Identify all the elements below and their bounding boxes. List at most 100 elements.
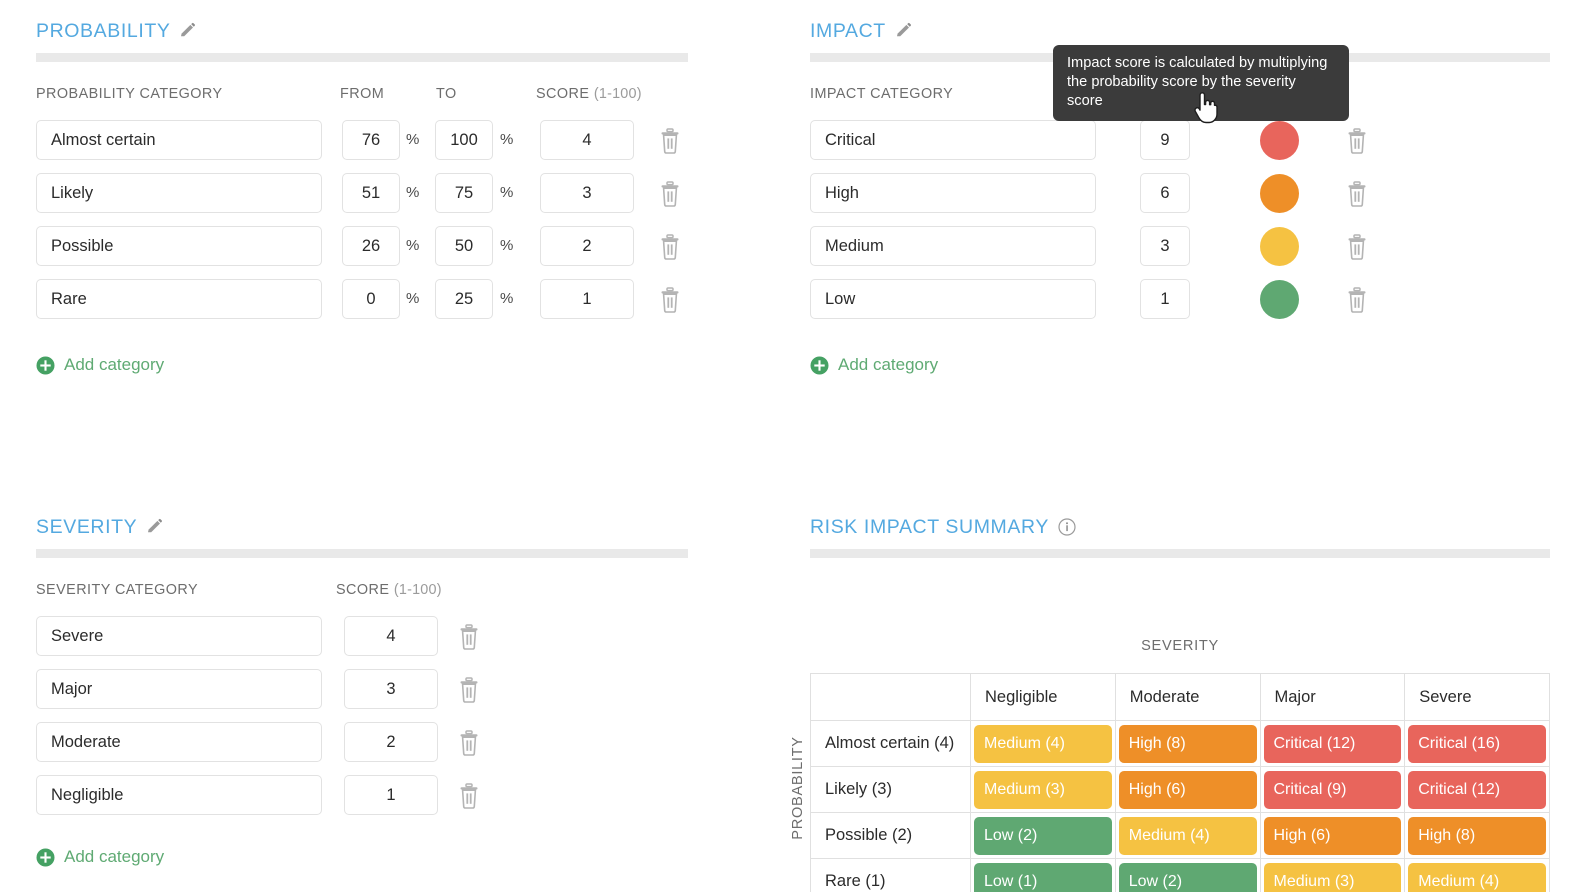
plus-circle-icon bbox=[36, 356, 55, 375]
probability-category-input[interactable]: Rare bbox=[36, 279, 322, 319]
col-severity-score: SCORE (1-100) bbox=[336, 582, 442, 598]
probability-from-input[interactable]: 0 bbox=[342, 279, 400, 319]
col-severity-category: SEVERITY CATEGORY bbox=[36, 582, 198, 598]
impact-above-score-input[interactable]: 6 bbox=[1140, 173, 1190, 213]
matrix-cell: Critical (9) bbox=[1260, 767, 1405, 813]
matrix-row: Possible (2)Low (2)Medium (4)High (6)Hig… bbox=[811, 813, 1550, 859]
percent-sign-from: % bbox=[406, 290, 419, 307]
matrix-corner-cell bbox=[811, 674, 971, 721]
probability-category-input[interactable]: Likely bbox=[36, 173, 322, 213]
impact-above-score-input[interactable]: 1 bbox=[1140, 279, 1190, 319]
delete-row-button[interactable] bbox=[658, 128, 682, 154]
matrix-row: Almost certain (4)Medium (4)High (8)Crit… bbox=[811, 721, 1550, 767]
matrix-cell-chip: High (6) bbox=[1264, 817, 1402, 855]
pencil-icon[interactable] bbox=[895, 22, 913, 40]
severity-score-input[interactable]: 3 bbox=[344, 669, 438, 709]
matrix-wrapper: SEVERITY PROBABILITY NegligibleModerateM… bbox=[790, 558, 1570, 892]
page-title-impact: IMPACT bbox=[810, 20, 886, 43]
percent-sign-from: % bbox=[406, 131, 419, 148]
probability-to-input[interactable]: 50 bbox=[435, 226, 493, 266]
matrix-cell-chip: Critical (12) bbox=[1264, 725, 1402, 763]
probability-category-input[interactable]: Almost certain bbox=[36, 120, 322, 160]
matrix-cell-chip: Medium (4) bbox=[1119, 817, 1257, 855]
probability-to-input[interactable]: 75 bbox=[435, 173, 493, 213]
matrix-column-header: Moderate bbox=[1115, 674, 1260, 721]
col-score-range: (1-100) bbox=[594, 86, 642, 102]
severity-row: Severe 4 bbox=[36, 616, 760, 669]
severity-score-input[interactable]: 1 bbox=[344, 775, 438, 815]
trash-icon-svg bbox=[1345, 234, 1369, 260]
matrix-column-header: Major bbox=[1260, 674, 1405, 721]
trash-icon-svg bbox=[658, 181, 682, 207]
severity-category-input[interactable]: Moderate bbox=[36, 722, 322, 762]
add-category-probability[interactable]: Add category bbox=[36, 355, 164, 375]
matrix-row-header: Almost certain (4) bbox=[811, 721, 971, 767]
matrix-x-axis-label: SEVERITY bbox=[790, 638, 1570, 654]
severity-panel: SEVERITY SEVERITY CATEGORY SCORE (1-100)… bbox=[0, 496, 760, 828]
pencil-icon[interactable] bbox=[146, 518, 164, 536]
delete-row-button[interactable] bbox=[1345, 234, 1369, 260]
delete-row-button[interactable] bbox=[1345, 287, 1369, 313]
risk-impact-summary-panel: RISK IMPACT SUMMARY SEVERITY PROBABILITY… bbox=[790, 496, 1570, 892]
probability-score-input[interactable]: 3 bbox=[540, 173, 634, 213]
matrix-cell: High (8) bbox=[1405, 813, 1550, 859]
probability-from-input[interactable]: 76 bbox=[342, 120, 400, 160]
delete-row-button[interactable] bbox=[457, 783, 481, 809]
trash-icon-svg bbox=[457, 624, 481, 650]
probability-score-input[interactable]: 4 bbox=[540, 120, 634, 160]
probability-row: Possible26%50%2 bbox=[36, 226, 760, 279]
mouse-cursor-pointer bbox=[1192, 92, 1218, 129]
probability-row: Almost certain76%100%4 bbox=[36, 120, 760, 173]
add-category-impact-label: Add category bbox=[838, 355, 938, 375]
probability-score-input[interactable]: 2 bbox=[540, 226, 634, 266]
impact-category-input[interactable]: Medium bbox=[810, 226, 1096, 266]
matrix-cell: Critical (12) bbox=[1405, 767, 1550, 813]
delete-row-button[interactable] bbox=[1345, 181, 1369, 207]
severity-score-input[interactable]: 4 bbox=[344, 616, 438, 656]
impact-color-swatch[interactable] bbox=[1260, 227, 1299, 266]
probability-score-input[interactable]: 1 bbox=[540, 279, 634, 319]
severity-category-input[interactable]: Major bbox=[36, 669, 322, 709]
impact-row: Low 1 bbox=[810, 279, 1570, 332]
trash-icon-svg bbox=[658, 128, 682, 154]
impact-category-input[interactable]: High bbox=[810, 173, 1096, 213]
impact-above-score-input[interactable]: 3 bbox=[1140, 226, 1190, 266]
impact-category-input[interactable]: Low bbox=[810, 279, 1096, 319]
impact-above-score-input[interactable]: 9 bbox=[1140, 120, 1190, 160]
impact-category-input[interactable]: Critical bbox=[810, 120, 1096, 160]
delete-row-button[interactable] bbox=[658, 287, 682, 313]
severity-row: Major 3 bbox=[36, 669, 760, 722]
probability-to-input[interactable]: 25 bbox=[435, 279, 493, 319]
severity-category-input[interactable]: Severe bbox=[36, 616, 322, 656]
matrix-row-header: Rare (1) bbox=[811, 859, 971, 892]
info-icon[interactable] bbox=[1058, 518, 1076, 536]
probability-category-input[interactable]: Possible bbox=[36, 226, 322, 266]
pencil-icon-svg bbox=[895, 22, 913, 40]
impact-color-swatch[interactable] bbox=[1260, 121, 1299, 160]
severity-category-input[interactable]: Negligible bbox=[36, 775, 322, 815]
add-category-impact[interactable]: Add category bbox=[810, 355, 938, 375]
percent-sign-from: % bbox=[406, 237, 419, 254]
delete-row-button[interactable] bbox=[457, 677, 481, 703]
severity-row: Negligible 1 bbox=[36, 775, 760, 828]
severity-score-input[interactable]: 2 bbox=[344, 722, 438, 762]
delete-row-button[interactable] bbox=[457, 730, 481, 756]
matrix-cell: Medium (3) bbox=[971, 767, 1116, 813]
delete-row-button[interactable] bbox=[457, 624, 481, 650]
probability-from-input[interactable]: 51 bbox=[342, 173, 400, 213]
pencil-icon[interactable] bbox=[179, 22, 197, 40]
probability-from-input[interactable]: 26 bbox=[342, 226, 400, 266]
delete-row-button[interactable] bbox=[658, 234, 682, 260]
add-category-severity[interactable]: Add category bbox=[36, 847, 164, 867]
matrix-cell-chip: Medium (4) bbox=[974, 725, 1112, 763]
matrix-cell: Low (1) bbox=[971, 859, 1116, 892]
delete-row-button[interactable] bbox=[658, 181, 682, 207]
severity-divider bbox=[36, 549, 688, 558]
trash-icon-svg bbox=[1345, 181, 1369, 207]
impact-color-swatch[interactable] bbox=[1260, 174, 1299, 213]
delete-row-button[interactable] bbox=[1345, 128, 1369, 154]
trash-icon-svg bbox=[457, 730, 481, 756]
probability-to-input[interactable]: 100 bbox=[435, 120, 493, 160]
impact-color-swatch[interactable] bbox=[1260, 280, 1299, 319]
probability-rows: Almost certain76%100%4Likely51%75%3Possi… bbox=[36, 120, 760, 332]
